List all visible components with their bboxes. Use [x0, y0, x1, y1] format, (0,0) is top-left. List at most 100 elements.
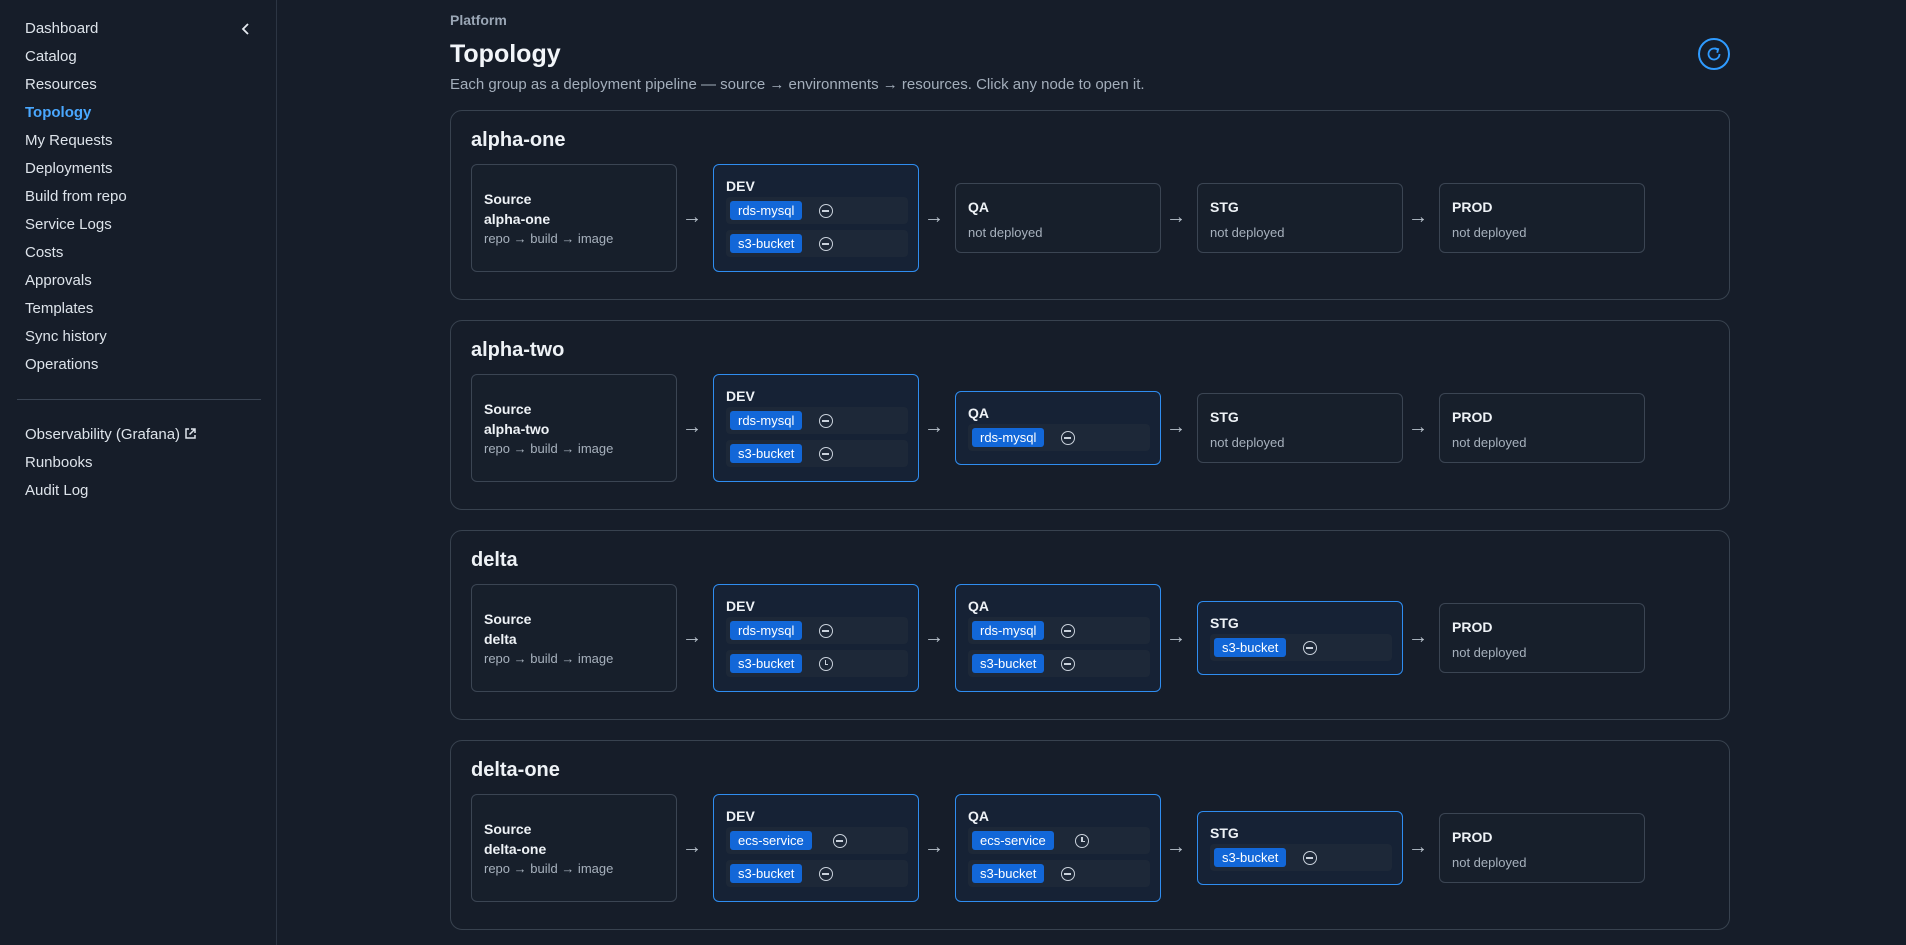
sidebar-item-build-from-repo[interactable]: Build from repo	[25, 186, 127, 214]
env-node-qa[interactable]: QA ecs-service s3-bucket	[955, 794, 1161, 902]
env-node-prod[interactable]: PROD not deployed	[1439, 393, 1645, 463]
resource-chip[interactable]: ecs-service	[972, 831, 1054, 850]
env-node-stg[interactable]: STG not deployed	[1197, 393, 1403, 463]
env-node-prod[interactable]: PROD not deployed	[1439, 603, 1645, 673]
resource-row[interactable]: rds-mysql	[726, 407, 908, 434]
sidebar-item-catalog[interactable]: Catalog	[25, 46, 127, 74]
source-node[interactable]: Source delta-one repo → build → image	[471, 794, 677, 902]
env-node-qa[interactable]: QA rds-mysql	[955, 391, 1161, 465]
source-pipeline: repo → build → image	[484, 861, 614, 876]
arrow-icon: →	[1166, 836, 1186, 858]
env-node-dev[interactable]: DEV ecs-service s3-bucket	[713, 794, 919, 902]
env-label: QA	[968, 808, 989, 824]
resource-row[interactable]: ecs-service	[968, 827, 1150, 854]
resource-row[interactable]: rds-mysql	[726, 197, 908, 224]
resource-row[interactable]: s3-bucket	[726, 440, 908, 467]
sidebar-divider	[17, 399, 261, 400]
arrow-icon: →	[1408, 416, 1428, 438]
sidebar-item-approvals[interactable]: Approvals	[25, 270, 127, 298]
resource-row[interactable]: s3-bucket	[726, 230, 908, 257]
resource-row[interactable]: rds-mysql	[968, 424, 1150, 451]
env-label: DEV	[726, 178, 755, 194]
chevron-left-icon[interactable]	[236, 20, 256, 40]
resource-row[interactable]: s3-bucket	[726, 650, 908, 677]
env-status: not deployed	[1210, 225, 1285, 240]
arrow-icon: →	[1166, 416, 1186, 438]
resource-row[interactable]: s3-bucket	[726, 860, 908, 887]
resource-chip[interactable]: rds-mysql	[972, 621, 1045, 640]
resource-chip[interactable]: s3-bucket	[972, 654, 1045, 673]
env-label: DEV	[726, 598, 755, 614]
resource-chip[interactable]: s3-bucket	[730, 864, 803, 883]
sidebar-secondary-nav: Observability (Grafana) Runbooks Audit Log	[25, 424, 197, 508]
sidebar-item-operations[interactable]: Operations	[25, 354, 127, 382]
env-node-dev[interactable]: DEV rds-mysql s3-bucket	[713, 584, 919, 692]
sidebar-item-observability-grafana[interactable]: Observability (Grafana)	[25, 424, 197, 452]
source-node[interactable]: Source alpha-one repo → build → image	[471, 164, 677, 272]
sidebar-item-resources[interactable]: Resources	[25, 74, 127, 102]
pipeline-group: alpha-one Source alpha-one repo → build → i…	[450, 110, 1730, 300]
resource-row[interactable]: rds-mysql	[726, 617, 908, 644]
env-node-dev[interactable]: DEV rds-mysql s3-bucket	[713, 164, 919, 272]
breadcrumb[interactable]: Platform	[450, 12, 507, 28]
env-status: not deployed	[1452, 225, 1527, 240]
minus-circle-icon	[818, 237, 833, 251]
resource-chip[interactable]: s3-bucket	[730, 654, 803, 673]
arrow-icon: →	[924, 836, 944, 858]
source-node[interactable]: Source alpha-two repo → build → image	[471, 374, 677, 482]
resource-row[interactable]: s3-bucket	[1210, 634, 1392, 661]
pipeline-group: delta-one Source delta-one repo → build → i…	[450, 740, 1730, 930]
env-label: STG	[1210, 409, 1239, 425]
sidebar-item-sync-history[interactable]: Sync history	[25, 326, 127, 354]
env-node-stg[interactable]: STG s3-bucket	[1197, 601, 1403, 675]
resource-chip[interactable]: s3-bucket	[730, 234, 803, 253]
source-node[interactable]: Source delta repo → build → image	[471, 584, 677, 692]
resource-chip[interactable]: s3-bucket	[730, 444, 803, 463]
resource-row[interactable]: s3-bucket	[968, 650, 1150, 677]
sidebar-item-deployments[interactable]: Deployments	[25, 158, 127, 186]
sidebar-item-audit-log[interactable]: Audit Log	[25, 480, 197, 508]
minus-circle-icon	[833, 834, 848, 848]
resource-chip[interactable]: s3-bucket	[1214, 848, 1287, 867]
env-node-qa[interactable]: QA rds-mysql s3-bucket	[955, 584, 1161, 692]
sidebar-item-my-requests[interactable]: My Requests	[25, 130, 127, 158]
env-status: not deployed	[1452, 645, 1527, 660]
resource-row[interactable]: ecs-service	[726, 827, 908, 854]
sidebar: Dashboard Catalog Resources Topology My Requ…	[0, 0, 277, 945]
resource-chip[interactable]: s3-bucket	[972, 864, 1045, 883]
resource-chip[interactable]: rds-mysql	[730, 621, 803, 640]
group-title: delta	[471, 549, 518, 571]
resource-row[interactable]: s3-bucket	[1210, 844, 1392, 871]
resource-row[interactable]: s3-bucket	[968, 860, 1150, 887]
env-node-prod[interactable]: PROD not deployed	[1439, 813, 1645, 883]
env-label: DEV	[726, 388, 755, 404]
arrow-icon: →	[682, 626, 702, 648]
sidebar-item-runbooks[interactable]: Runbooks	[25, 452, 197, 480]
resource-chip[interactable]: rds-mysql	[972, 428, 1045, 447]
resource-chip[interactable]: rds-mysql	[730, 411, 803, 430]
env-node-qa[interactable]: QA not deployed	[955, 183, 1161, 253]
resource-chip[interactable]: s3-bucket	[1214, 638, 1287, 657]
env-node-prod[interactable]: PROD not deployed	[1439, 183, 1645, 253]
env-node-dev[interactable]: DEV rds-mysql s3-bucket	[713, 374, 919, 482]
env-node-stg[interactable]: STG s3-bucket	[1197, 811, 1403, 885]
resource-chip[interactable]: rds-mysql	[730, 201, 803, 220]
group-title: alpha-one	[471, 129, 566, 151]
source-name: alpha-one	[484, 211, 551, 227]
sidebar-item-dashboard[interactable]: Dashboard	[25, 18, 127, 46]
sidebar-item-costs[interactable]: Costs	[25, 242, 127, 270]
env-status: not deployed	[968, 225, 1043, 240]
sidebar-item-topology[interactable]: Topology	[25, 102, 127, 130]
arrow-icon: →	[924, 626, 944, 648]
refresh-icon[interactable]	[1698, 38, 1730, 70]
page-title: Topology	[450, 40, 561, 68]
resource-row[interactable]: rds-mysql	[968, 617, 1150, 644]
source-pipeline: repo → build → image	[484, 441, 614, 456]
resource-chip[interactable]: ecs-service	[730, 831, 812, 850]
sidebar-item-templates[interactable]: Templates	[25, 298, 127, 326]
source-label: Source	[484, 611, 532, 627]
sidebar-item-service-logs[interactable]: Service Logs	[25, 214, 127, 242]
env-label: QA	[968, 405, 989, 421]
env-node-stg[interactable]: STG not deployed	[1197, 183, 1403, 253]
env-label: QA	[968, 598, 989, 614]
